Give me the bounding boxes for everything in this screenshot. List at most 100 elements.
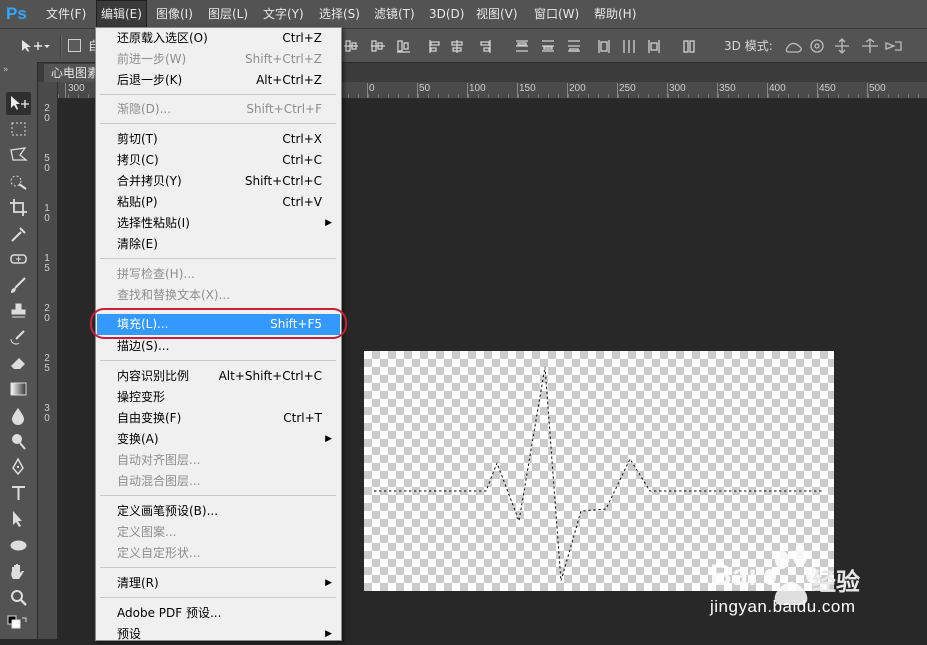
- clone-stamp-icon: [11, 303, 26, 318]
- menu-copy[interactable]: 拷贝(C) Ctrl+C: [97, 150, 340, 171]
- watermark-cn-text: 经验: [812, 568, 860, 596]
- quick-selection-icon: [10, 175, 27, 190]
- photoshop-logo: Ps: [6, 4, 27, 23]
- menu-item-label: 粘贴(P): [117, 195, 158, 209]
- ruler-label: 0: [44, 413, 50, 424]
- menu-step-forward[interactable]: 前进一步(W) Shift+Ctrl+Z: [97, 49, 340, 70]
- menu-item-shortcut: Alt+Ctrl+Z: [256, 73, 322, 87]
- menu-item-label: 还原载入选区(O): [117, 31, 208, 45]
- menu-item-label: 前进一步(W): [117, 52, 187, 66]
- zoom-tool[interactable]: [6, 586, 31, 609]
- ruler-label: 5: [44, 363, 50, 374]
- blur-tool[interactable]: [6, 404, 31, 427]
- brush-tool[interactable]: [6, 274, 31, 297]
- quick-selection-tool[interactable]: [6, 170, 31, 193]
- clone-stamp-tool[interactable]: [6, 300, 31, 323]
- menu-type[interactable]: 文字(Y): [259, 0, 308, 28]
- menu-layer[interactable]: 图层(L): [204, 0, 252, 28]
- menu-file[interactable]: 文件(F): [42, 0, 90, 28]
- ruler-label: 5: [44, 263, 50, 274]
- menu-item-label: 定义画笔预设(B)...: [117, 504, 219, 518]
- menu-item-label: 拼写检查(H)...: [117, 267, 195, 281]
- menu-item-shortcut: Ctrl+Z: [282, 31, 322, 45]
- menu-item-label: 操控变形: [117, 390, 166, 404]
- menu-window[interactable]: 窗口(W): [530, 0, 583, 28]
- menu-separator: [100, 360, 336, 361]
- hand-tool[interactable]: [6, 560, 31, 583]
- healing-brush-tool[interactable]: [6, 248, 31, 271]
- lasso-tool[interactable]: [6, 144, 31, 167]
- menu-auto-align-layers[interactable]: 自动对齐图层...: [97, 450, 340, 471]
- ellipse-shape-icon: [10, 540, 27, 551]
- menu-adobe-pdf-presets[interactable]: Adobe PDF 预设...: [97, 603, 340, 624]
- menu-item-label: 清理(R): [117, 576, 159, 590]
- gradient-tool[interactable]: [6, 378, 31, 401]
- menu-puppet-warp[interactable]: 操控变形: [97, 387, 340, 408]
- menu-fade[interactable]: 渐隐(D)... Shift+Ctrl+F: [97, 99, 340, 120]
- move-icon: [11, 96, 29, 110]
- menu-undo[interactable]: 还原载入选区(O) Ctrl+Z: [97, 28, 340, 49]
- menu-item-label: 预设: [117, 627, 142, 641]
- menu-separator: [100, 495, 336, 496]
- menu-cut[interactable]: 剪切(T) Ctrl+X: [97, 129, 340, 150]
- menu-item-shortcut: Ctrl+V: [282, 195, 322, 209]
- shape-tool[interactable]: [6, 534, 31, 557]
- submenu-arrow-icon: ▶: [325, 629, 332, 639]
- type-tool[interactable]: [6, 482, 31, 505]
- menu-define-custom-shape[interactable]: 定义自定形状...: [97, 543, 340, 564]
- menu-edit[interactable]: 编辑(E): [96, 0, 147, 28]
- menu-auto-blend-layers[interactable]: 自动混合图层...: [97, 471, 340, 492]
- menu-item-label: 剪切(T): [117, 132, 158, 146]
- brush-icon: [11, 277, 26, 293]
- vertical-ruler[interactable]: 2 0 5 0 1 0 1 5 2 0 2 5 3 0: [38, 82, 58, 639]
- menu-find-replace[interactable]: 查找和替换文本(X)...: [97, 285, 340, 306]
- default-colors-icon[interactable]: [7, 615, 31, 638]
- menu-define-pattern[interactable]: 定义图案...: [97, 522, 340, 543]
- auto-select-checkbox[interactable]: [68, 39, 81, 52]
- crop-tool[interactable]: [6, 196, 31, 219]
- eraser-tool[interactable]: [6, 352, 31, 375]
- crop-icon: [10, 199, 27, 216]
- menu-3d[interactable]: 3D(D): [425, 0, 468, 28]
- menu-clear[interactable]: 清除(E): [97, 234, 340, 255]
- menu-item-shortcut: Ctrl+C: [282, 153, 322, 167]
- move-tool-preset-icon[interactable]: [20, 38, 50, 54]
- menu-help[interactable]: 帮助(H): [590, 0, 640, 28]
- menu-image[interactable]: 图像(I): [152, 0, 197, 28]
- move-tool[interactable]: [6, 92, 31, 115]
- eyedropper-tool[interactable]: [6, 222, 31, 245]
- menu-bar: Ps 文件(F) 编辑(E) 图像(I) 图层(L) 文字(Y) 选择(S) 滤…: [0, 0, 927, 29]
- menu-step-backward[interactable]: 后退一步(K) Alt+Ctrl+Z: [97, 70, 340, 91]
- menu-presets[interactable]: 预设 ▶: [97, 624, 340, 645]
- menu-item-label: 选择性粘贴(I): [117, 216, 190, 230]
- menu-item-shortcut: Ctrl+T: [283, 411, 322, 425]
- 3d-mode-icons[interactable]: [784, 36, 914, 56]
- divider: [60, 35, 62, 57]
- menu-select[interactable]: 选择(S): [315, 0, 364, 28]
- align-distribute-icons[interactable]: [342, 36, 702, 56]
- menu-define-brush[interactable]: 定义画笔预设(B)...: [97, 501, 340, 522]
- menu-copy-merged[interactable]: 合并拷贝(Y) Shift+Ctrl+C: [97, 171, 340, 192]
- menu-paste-special[interactable]: 选择性粘贴(I) ▶: [97, 213, 340, 234]
- marquee-tool[interactable]: [6, 118, 31, 141]
- pen-tool[interactable]: [6, 456, 31, 479]
- path-selection-tool[interactable]: [6, 508, 31, 531]
- menu-transform[interactable]: 变换(A) ▶: [97, 429, 340, 450]
- menu-check-spelling[interactable]: 拼写检查(H)...: [97, 264, 340, 285]
- menu-item-label: 拷贝(C): [117, 153, 159, 167]
- menu-separator: [100, 597, 336, 598]
- document-tab[interactable]: 心电图素: [44, 64, 101, 83]
- menu-filter[interactable]: 滤镜(T): [370, 0, 419, 28]
- menu-view[interactable]: 视图(V): [472, 0, 522, 28]
- collapse-chevron-icon[interactable]: »: [3, 65, 9, 75]
- eraser-icon: [11, 358, 25, 369]
- menu-separator: [100, 258, 336, 259]
- menu-item-label: 查找和替换文本(X)...: [117, 288, 231, 302]
- menu-purge[interactable]: 清理(R) ▶: [97, 573, 340, 594]
- menu-paste[interactable]: 粘贴(P) Ctrl+V: [97, 192, 340, 213]
- menu-content-aware-scale[interactable]: 内容识别比例 Alt+Shift+Ctrl+C: [97, 366, 340, 387]
- menu-free-transform[interactable]: 自由变换(F) Ctrl+T: [97, 408, 340, 429]
- menu-stroke[interactable]: 描边(S)...: [97, 336, 340, 357]
- history-brush-tool[interactable]: [6, 326, 31, 349]
- dodge-tool[interactable]: [6, 430, 31, 453]
